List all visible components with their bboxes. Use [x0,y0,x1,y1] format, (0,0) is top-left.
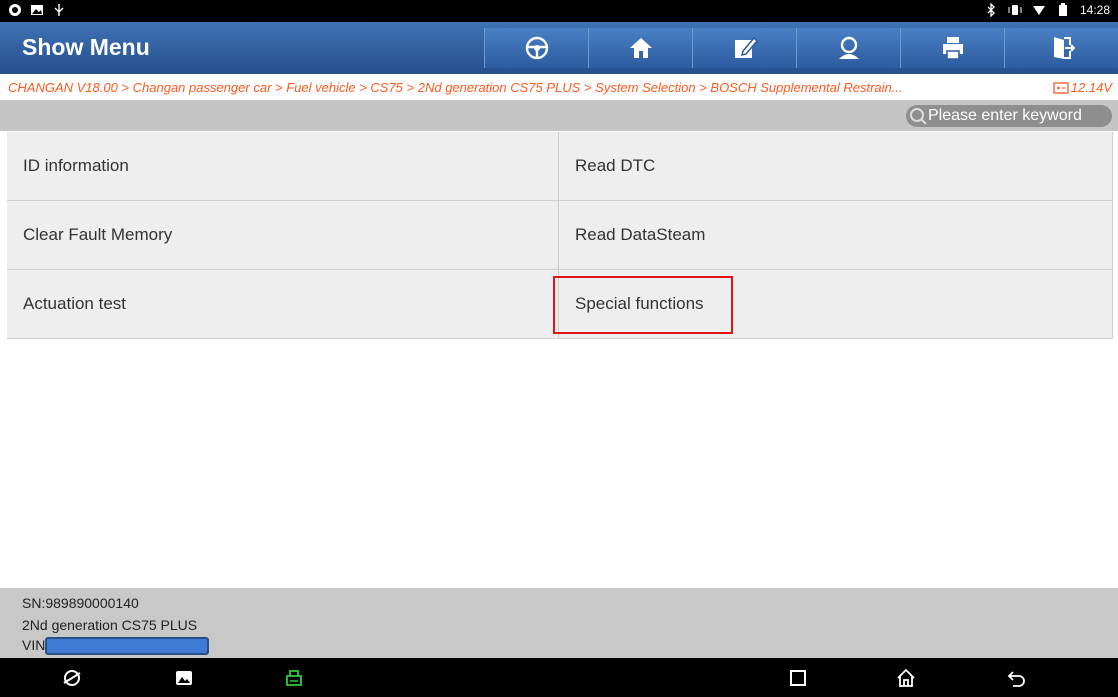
home-icon [629,38,652,58]
status-time: 14:28 [1079,3,1110,17]
menu-item-label: Actuation test [23,294,127,313]
menu-item-clear-fault-memory[interactable]: Clear Fault Memory [7,201,559,270]
search-icon [910,108,927,125]
menu-item-label: Clear Fault Memory [23,225,173,244]
status-bar: 14:28 [0,0,1118,22]
menu-item-label: Read DTC [575,156,656,175]
app-notification-icon [8,3,22,17]
menu-item-label: ID information [23,156,129,175]
browser-icon [63,670,81,686]
serial-number: SN:989890000140 [22,595,139,611]
home-outline-icon [897,668,915,687]
user-icon [838,36,859,59]
title-bar: Show Menu [0,22,1118,74]
print-button[interactable] [900,28,1005,68]
function-menu: ID information Read DTC Clear Fault Memo… [7,132,1113,339]
vibrate-icon [1008,3,1022,17]
vci-button[interactable] [280,665,308,691]
image-notification-icon [30,3,44,17]
home-nav-button[interactable] [892,665,920,691]
battery-icon [1056,3,1070,17]
menu-item-read-datasteam[interactable]: Read DataSteam [559,201,1113,270]
print-icon [942,37,963,60]
menu-item-label: Read DataSteam [575,225,706,244]
wifi-icon [1032,3,1046,17]
vin-row: VIN [22,637,210,656]
steering-wheel-button[interactable] [484,28,589,68]
page-title: Show Menu [22,34,150,60]
recent-apps-button[interactable] [784,665,812,691]
search-bar [0,100,1118,131]
exit-button[interactable] [1004,28,1118,68]
square-icon [790,670,806,686]
search-input[interactable] [928,107,1108,125]
voltage-indicator: 12.14V [1053,80,1112,95]
back-button[interactable] [1002,665,1030,691]
bluetooth-icon [984,2,998,18]
edit-icon [734,36,758,58]
breadcrumb: CHANGAN V18.00 > Changan passenger car >… [0,78,1118,100]
menu-item-read-dtc[interactable]: Read DTC [559,132,1113,201]
vci-icon [286,670,302,686]
menu-item-actuation-test[interactable]: Actuation test [7,270,559,339]
menu-item-special-functions[interactable]: Special functions [553,270,1113,339]
user-button[interactable] [796,28,901,68]
back-icon [1007,671,1025,687]
vehicle-model: 2Nd generation CS75 PLUS [22,617,198,633]
navigation-bar [0,658,1118,697]
search-box[interactable] [906,105,1112,127]
highlight-box [553,276,733,334]
vehicle-info-footer: SN:989890000140 2Nd generation CS75 PLUS… [0,588,1118,658]
gallery-icon [176,671,192,685]
browser-button[interactable] [58,665,86,691]
edit-button[interactable] [692,28,797,68]
voltage-value: 12.14V [1070,80,1112,95]
vin-redacted [45,637,210,656]
battery-voltage-icon [1053,82,1069,94]
vin-label: VIN [22,637,46,653]
breadcrumb-path: CHANGAN V18.00 > Changan passenger car >… [8,80,903,95]
steering-wheel-icon [525,36,548,60]
menu-item-id-information[interactable]: ID information [7,132,559,201]
home-button[interactable] [588,28,693,68]
gallery-button[interactable] [170,665,198,691]
usb-icon [52,3,66,17]
exit-icon [1054,37,1075,59]
